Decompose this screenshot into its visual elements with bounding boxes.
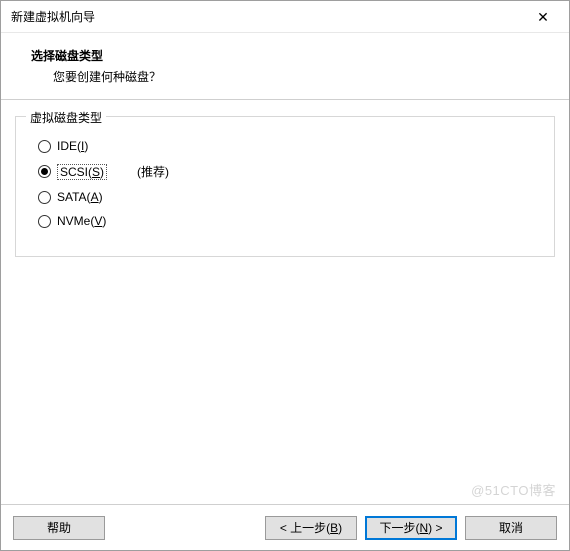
- disk-type-option-scsi[interactable]: SCSI(S) (推荐): [38, 163, 538, 180]
- close-button[interactable]: ✕: [523, 3, 563, 31]
- titlebar: 新建虚拟机向导 ✕: [1, 1, 569, 33]
- wizard-footer: 帮助 < 上一步(B) 下一步(N) > 取消: [1, 504, 569, 550]
- cancel-button[interactable]: 取消: [465, 516, 557, 540]
- next-button-label: 下一步(N) >: [379, 519, 442, 536]
- radio-label: NVMe(V): [57, 214, 106, 228]
- group-legend: 虚拟磁盘类型: [26, 109, 106, 126]
- radio-label: SATA(A): [57, 190, 103, 204]
- close-icon: ✕: [537, 10, 549, 24]
- back-button[interactable]: < 上一步(B): [265, 516, 357, 540]
- disk-type-option-sata[interactable]: SATA(A): [38, 190, 538, 204]
- radio-icon: [38, 191, 51, 204]
- cancel-button-label: 取消: [499, 519, 523, 536]
- help-button[interactable]: 帮助: [13, 516, 105, 540]
- radio-icon: [38, 165, 51, 178]
- wizard-header: 选择磁盘类型 您要创建何种磁盘？: [1, 33, 569, 100]
- radio-label: SCSI(S): [57, 164, 107, 180]
- window-title: 新建虚拟机向导: [11, 8, 95, 25]
- page-subtitle: 您要创建何种磁盘？: [31, 68, 545, 85]
- wizard-body: 虚拟磁盘类型 IDE(I) SCSI(S) (推荐) SATA(A) NVMe(V): [1, 100, 569, 504]
- radio-icon: [38, 140, 51, 153]
- radio-icon: [38, 215, 51, 228]
- radio-label: IDE(I): [57, 139, 88, 153]
- next-button[interactable]: 下一步(N) >: [365, 516, 457, 540]
- help-button-label: 帮助: [47, 519, 71, 536]
- disk-type-option-nvme[interactable]: NVMe(V): [38, 214, 538, 228]
- back-button-label: < 上一步(B): [280, 519, 342, 536]
- disk-type-option-ide[interactable]: IDE(I): [38, 139, 538, 153]
- page-title: 选择磁盘类型: [31, 47, 545, 64]
- recommended-label: (推荐): [137, 163, 169, 180]
- wizard-dialog: 新建虚拟机向导 ✕ 选择磁盘类型 您要创建何种磁盘？ 虚拟磁盘类型 IDE(I)…: [0, 0, 570, 551]
- disk-type-group: 虚拟磁盘类型 IDE(I)SCSI(S)(推荐)SATA(A)NVMe(V): [15, 116, 555, 257]
